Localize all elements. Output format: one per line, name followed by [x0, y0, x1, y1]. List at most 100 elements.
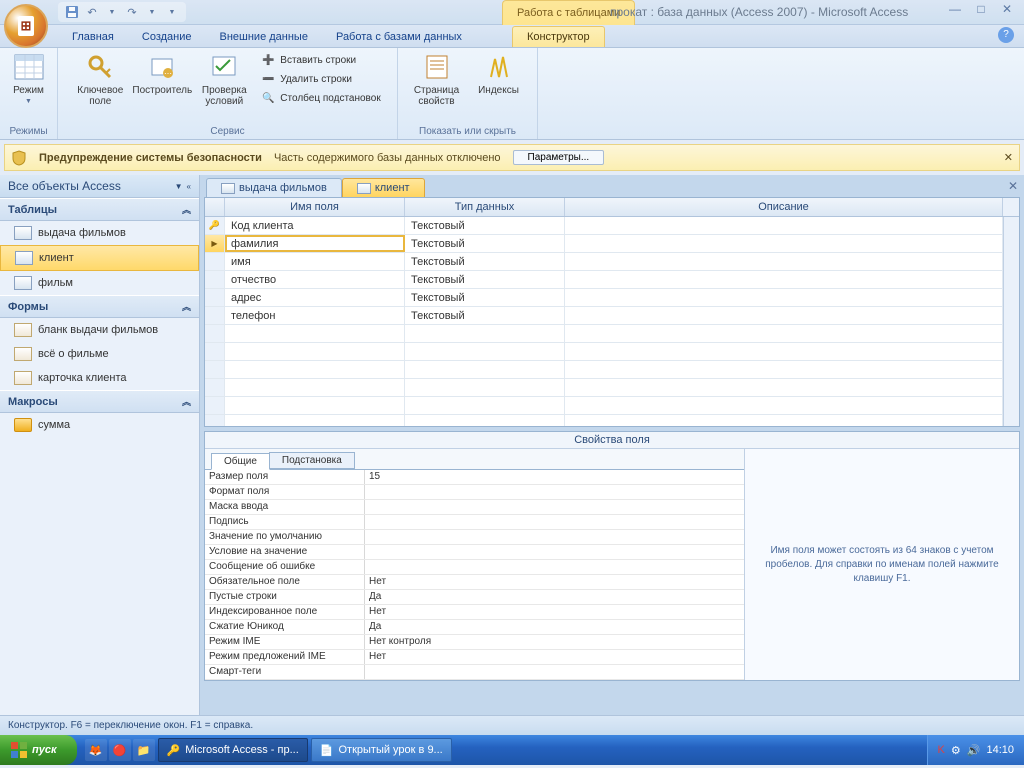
prop-value[interactable] — [365, 665, 744, 679]
col-data-type[interactable]: Тип данных — [405, 198, 565, 216]
qat-customize-icon[interactable]: ▼ — [164, 4, 180, 20]
minimize-button[interactable]: — — [946, 2, 964, 16]
property-row[interactable]: Смарт-теги — [205, 665, 744, 680]
maximize-button[interactable]: □ — [972, 2, 990, 16]
prop-value[interactable] — [365, 545, 744, 559]
grid-body[interactable]: Код клиентаТекстовыйфамилияТекстовыйимяТ… — [205, 217, 1003, 426]
tab-external[interactable]: Внешние данные — [206, 27, 322, 47]
tray-item-icon[interactable]: 🔊 — [967, 744, 981, 757]
empty-row[interactable] — [205, 343, 1003, 361]
property-row[interactable]: Размер поля15 — [205, 470, 744, 485]
tray-item-icon[interactable]: ⚙ — [951, 744, 961, 757]
property-row[interactable]: Пустые строкиДа — [205, 590, 744, 605]
row-selector[interactable] — [205, 235, 225, 252]
field-row[interactable]: телефонТекстовый — [205, 307, 1003, 325]
empty-row[interactable] — [205, 397, 1003, 415]
field-name-cell[interactable]: телефон — [225, 307, 405, 324]
prop-value[interactable] — [365, 515, 744, 529]
nav-table-klient[interactable]: клиент — [0, 245, 199, 271]
builder-button[interactable]: ⋯ Построитель — [134, 51, 190, 107]
help-icon[interactable]: ? — [998, 27, 1014, 43]
empty-row[interactable] — [205, 361, 1003, 379]
quick-launch-item[interactable]: 📁 — [133, 739, 155, 761]
office-button[interactable]: ⊞ — [4, 4, 48, 48]
row-selector[interactable] — [205, 217, 225, 234]
col-field-name[interactable]: Имя поля — [225, 198, 405, 216]
row-selector[interactable] — [205, 289, 225, 306]
redo-icon[interactable]: ↷ — [124, 4, 140, 20]
property-row[interactable]: Режим IMEНет контроля — [205, 635, 744, 650]
property-row[interactable]: Сообщение об ошибке — [205, 560, 744, 575]
clock[interactable]: 14:10 — [986, 744, 1014, 756]
field-type-cell[interactable]: Текстовый — [405, 217, 565, 234]
start-button[interactable]: пуск — [0, 735, 77, 765]
nav-cat-macros[interactable]: Макросы︽ — [0, 390, 199, 413]
save-icon[interactable] — [64, 4, 80, 20]
quick-launch-item[interactable]: 🔴 — [109, 739, 131, 761]
taskbar-item-access[interactable]: 🔑Microsoft Access - пр... — [158, 738, 308, 762]
nav-cat-tables[interactable]: Таблицы︽ — [0, 198, 199, 221]
property-row[interactable]: Режим предложений IMEНет — [205, 650, 744, 665]
empty-row[interactable] — [205, 325, 1003, 343]
prop-value[interactable]: 15 — [365, 470, 744, 484]
doc-tab-klient[interactable]: клиент — [342, 178, 425, 197]
nav-table-film[interactable]: фильм — [0, 271, 199, 295]
nav-table-vydacha[interactable]: выдача фильмов — [0, 221, 199, 245]
field-desc-cell[interactable] — [565, 307, 1003, 324]
chevron-down-icon[interactable]: ▼ — [175, 182, 183, 191]
col-description[interactable]: Описание — [565, 198, 1003, 216]
row-selector[interactable] — [205, 253, 225, 270]
property-sheet-button[interactable]: Страница свойств — [409, 51, 465, 107]
tray-kaspersky-icon[interactable]: K — [938, 744, 945, 756]
prop-value[interactable]: Да — [365, 590, 744, 604]
nav-macro-summa[interactable]: сумма — [0, 413, 199, 437]
field-name-cell[interactable]: Код клиента — [225, 217, 405, 234]
tab-create[interactable]: Создание — [128, 27, 206, 47]
field-type-cell[interactable]: Текстовый — [405, 253, 565, 270]
field-type-cell[interactable]: Текстовый — [405, 289, 565, 306]
redo-dropdown-icon[interactable]: ▼ — [144, 4, 160, 20]
row-selector-header[interactable] — [205, 198, 225, 216]
prop-value[interactable]: Нет — [365, 575, 744, 589]
field-name-cell[interactable]: отчество — [225, 271, 405, 288]
nav-form-film[interactable]: всё о фильме — [0, 342, 199, 366]
prop-value[interactable]: Нет контроля — [365, 635, 744, 649]
property-row[interactable]: Формат поля — [205, 485, 744, 500]
field-name-cell[interactable]: адрес — [225, 289, 405, 306]
insert-rows-button[interactable]: ➕Вставить строки — [258, 51, 382, 69]
field-desc-cell[interactable] — [565, 235, 1003, 252]
nav-form-klient[interactable]: карточка клиента — [0, 366, 199, 390]
validation-button[interactable]: Проверка условий — [196, 51, 252, 107]
property-row[interactable]: Условие на значение — [205, 545, 744, 560]
tab-home[interactable]: Главная — [58, 27, 128, 47]
field-desc-cell[interactable] — [565, 253, 1003, 270]
lookup-column-button[interactable]: 🔍Столбец подстановок — [258, 89, 382, 107]
field-row[interactable]: имяТекстовый — [205, 253, 1003, 271]
undo-dropdown-icon[interactable]: ▼ — [104, 4, 120, 20]
taskbar-item-word[interactable]: 📄Открытый урок в 9... — [311, 738, 452, 762]
field-row[interactable]: адресТекстовый — [205, 289, 1003, 307]
field-name-cell[interactable]: фамилия — [225, 235, 405, 252]
row-selector[interactable] — [205, 271, 225, 288]
doc-tab-vydacha[interactable]: выдача фильмов — [206, 178, 342, 197]
indexes-button[interactable]: Индексы — [471, 51, 527, 107]
field-desc-cell[interactable] — [565, 271, 1003, 288]
doc-close-button[interactable]: ✕ — [1008, 179, 1018, 193]
field-desc-cell[interactable] — [565, 289, 1003, 306]
props-tab-general[interactable]: Общие — [211, 453, 270, 470]
prop-value[interactable]: Нет — [365, 650, 744, 664]
prop-value[interactable]: Да — [365, 620, 744, 634]
field-desc-cell[interactable] — [565, 217, 1003, 234]
property-row[interactable]: Сжатие ЮникодДа — [205, 620, 744, 635]
empty-row[interactable] — [205, 379, 1003, 397]
row-selector[interactable] — [205, 307, 225, 324]
property-row[interactable]: Значение по умолчанию — [205, 530, 744, 545]
property-row[interactable]: Маска ввода — [205, 500, 744, 515]
nav-form-blank[interactable]: бланк выдачи фильмов — [0, 318, 199, 342]
delete-rows-button[interactable]: ➖Удалить строки — [258, 70, 382, 88]
field-row[interactable]: Код клиентаТекстовый — [205, 217, 1003, 235]
field-type-cell[interactable]: Текстовый — [405, 235, 565, 252]
property-row[interactable]: Обязательное полеНет — [205, 575, 744, 590]
tab-design[interactable]: Конструктор — [512, 26, 605, 47]
prop-value[interactable] — [365, 500, 744, 514]
